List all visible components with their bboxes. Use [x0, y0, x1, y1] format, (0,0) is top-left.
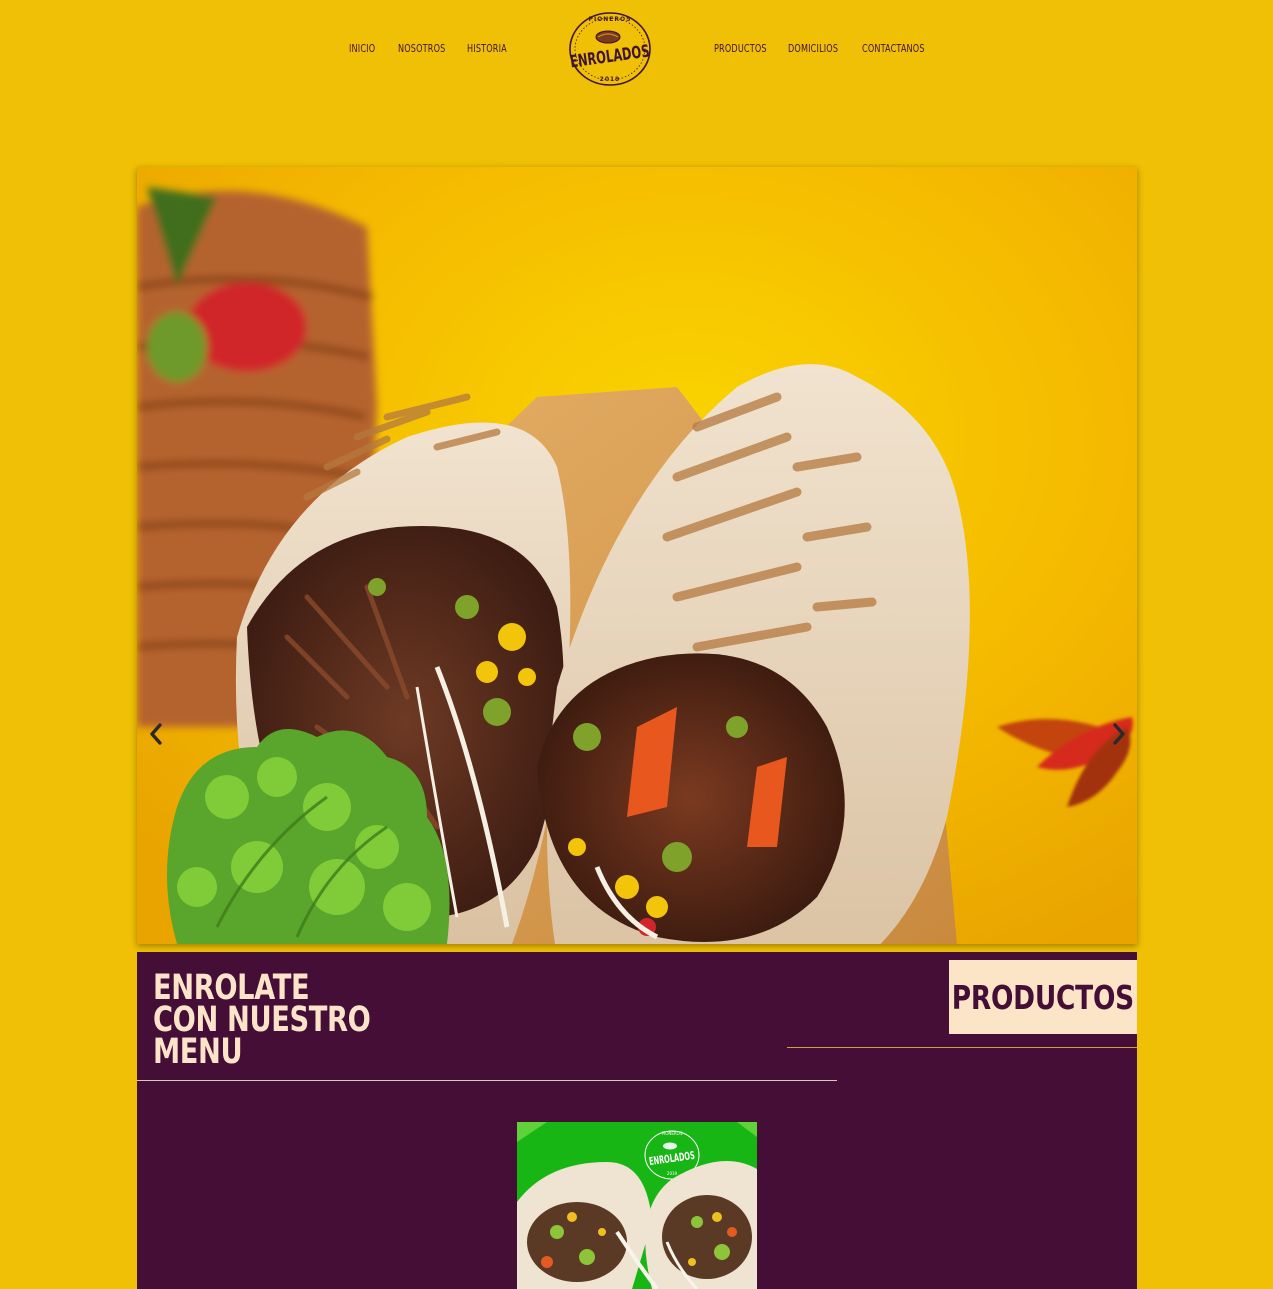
menu-heading-line: MENU	[153, 1032, 243, 1072]
logo-top-text: PIONEROS	[589, 16, 632, 23]
nav-nosotros[interactable]: NOSOTROS	[398, 42, 445, 55]
slider-prev-button[interactable]	[143, 720, 169, 748]
enrolados-logo[interactable]: PIONEROS ENROLADOS 2019	[566, 10, 654, 88]
card-logo-year: 2019	[667, 1171, 678, 1176]
logo-brand-text: ENROLADOS	[569, 42, 651, 73]
hero-slider	[137, 167, 1137, 944]
productos-button-label: PRODUCTOS	[951, 977, 1135, 1017]
slider-next-button[interactable]	[1106, 720, 1132, 748]
product-burrito-image: PIONEROS ENROLADOS 2019	[517, 1122, 757, 1289]
nav-productos[interactable]: PRODUCTOS	[714, 42, 767, 55]
logo-emblem-icon: PIONEROS ENROLADOS 2019	[569, 12, 651, 86]
divider-left	[137, 1080, 837, 1081]
divider-right	[787, 1047, 1137, 1048]
menu-heading: ENROLATE CON NUESTRO MENU	[153, 971, 387, 1072]
burrito-photo	[137, 167, 1137, 944]
product-card-image[interactable]: PIONEROS ENROLADOS 2019	[517, 1122, 757, 1289]
logo-year-text: 2019	[600, 76, 621, 83]
nav-historia[interactable]: HISTORIA	[467, 42, 507, 55]
card-logo-top: PIONEROS	[662, 1131, 683, 1136]
productos-button[interactable]: PRODUCTOS	[949, 960, 1137, 1034]
menu-section: ENROLATE CON NUESTRO MENU PRODUCTOS PION…	[137, 952, 1137, 1289]
main-nav: INICIO NOSOTROS HISTORIA PIONEROS ENROLA…	[0, 0, 1273, 100]
nav-domicilios[interactable]: DOMICILIOS	[788, 42, 838, 55]
nav-inicio[interactable]: INICIO	[349, 42, 375, 55]
chevron-right-icon	[1113, 723, 1125, 745]
chevron-left-icon	[150, 723, 162, 745]
nav-contactanos[interactable]: CONTACTANOS	[862, 42, 925, 55]
